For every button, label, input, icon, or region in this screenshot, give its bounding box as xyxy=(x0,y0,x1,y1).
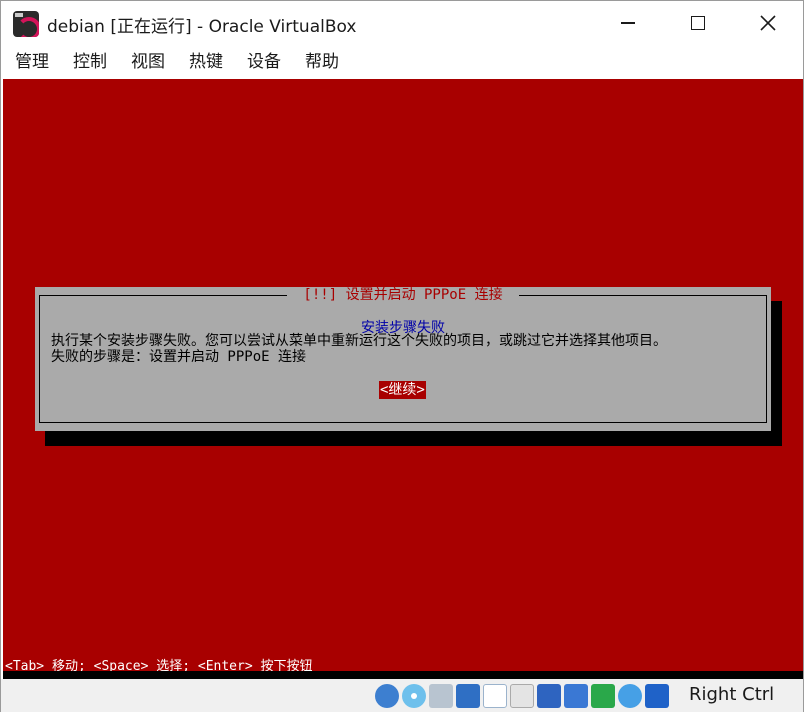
minimize-button[interactable] xyxy=(605,1,651,45)
menu-machine[interactable]: 管理 xyxy=(9,45,55,79)
minimize-icon xyxy=(621,22,635,24)
window-title: debian [正在运行] - Oracle VirtualBox xyxy=(47,17,357,37)
recording-icon[interactable] xyxy=(564,684,588,708)
hard-disk-icon[interactable] xyxy=(375,684,399,708)
menu-devices[interactable]: 设备 xyxy=(241,45,287,79)
continue-button[interactable]: <继续> xyxy=(379,381,426,399)
maximize-button[interactable] xyxy=(675,1,721,45)
menu-help[interactable]: 帮助 xyxy=(299,45,345,79)
mouse-integration-icon[interactable] xyxy=(618,684,642,708)
vm-screen[interactable]: [!!] 设置并启动 PPPoE 连接 安装步骤失败 执行某个安装步骤失败。您可… xyxy=(3,79,803,679)
shared-folder-icon[interactable] xyxy=(510,684,534,708)
screen-bottom-bar xyxy=(3,671,803,679)
keyboard-capture-icon[interactable] xyxy=(645,684,669,708)
message-line-1: 执行某个安装步骤失败。您可以尝试从菜单中重新运行这个失败的项目，或跳过它并选择其… xyxy=(51,333,667,349)
error-dialog: [!!] 设置并启动 PPPoE 连接 安装步骤失败 执行某个安装步骤失败。您可… xyxy=(35,287,771,431)
close-button[interactable] xyxy=(745,1,791,45)
menu-control[interactable]: 控制 xyxy=(67,45,113,79)
network-icon[interactable] xyxy=(456,684,480,708)
audio-icon[interactable] xyxy=(429,684,453,708)
close-icon xyxy=(760,15,776,31)
dialog-title: [!!] 设置并启动 PPPoE 连接 xyxy=(285,287,521,303)
usb-icon[interactable] xyxy=(483,684,507,708)
menu-input[interactable]: 热键 xyxy=(183,45,229,79)
virtualbox-app-icon xyxy=(13,11,39,37)
optical-drive-icon[interactable] xyxy=(402,684,426,708)
title-bar[interactable]: debian [正在运行] - Oracle VirtualBox xyxy=(1,1,803,45)
virtualbox-window: debian [正在运行] - Oracle VirtualBox 管理 控制 … xyxy=(0,0,804,712)
display-icon[interactable] xyxy=(537,684,561,708)
status-bar: Right Ctrl xyxy=(1,679,803,712)
maximize-icon xyxy=(691,16,705,30)
message-line-2: 失败的步骤是：设置并启动 PPPoE 连接 xyxy=(51,349,307,365)
menu-bar: 管理 控制 视图 热键 设备 帮助 xyxy=(1,45,803,79)
host-key-label: Right Ctrl xyxy=(689,684,775,705)
dialog-title-text: [!!] 设置并启动 PPPoE 连接 xyxy=(303,287,503,303)
cpu-icon[interactable] xyxy=(591,684,615,708)
menu-view[interactable]: 视图 xyxy=(125,45,171,79)
dialog-message: 执行某个安装步骤失败。您可以尝试从菜单中重新运行这个失败的项目，或跳过它并选择其… xyxy=(51,333,667,365)
status-icons xyxy=(375,684,672,708)
